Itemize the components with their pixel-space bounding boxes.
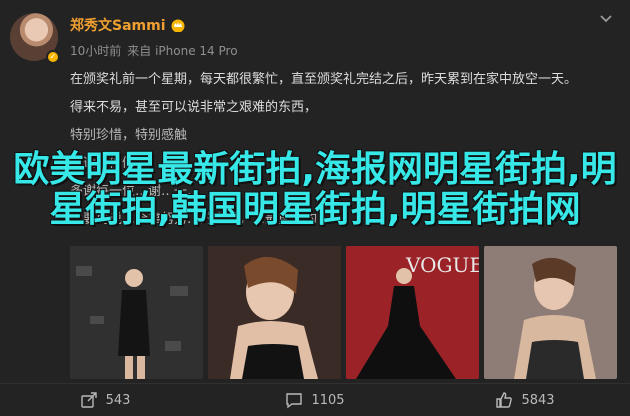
like-button[interactable]: 5843 [420, 384, 630, 416]
svg-text:VOGUE: VOGUE [405, 253, 479, 277]
like-icon [496, 392, 513, 408]
chevron-down-icon[interactable] [598, 10, 614, 26]
post-line-1: 在颁奖礼前一个星期，每天都很繁忙，直至颁奖礼完结之后，昨天累到在家中放空一天。 [70, 72, 578, 87]
share-icon [80, 392, 97, 408]
author-name[interactable]: 郑秀文Sammi [70, 15, 166, 35]
post-meta: 10小时前 来自 iPhone 14 Pro [70, 42, 238, 59]
author-row: 郑秀文Sammi [70, 15, 186, 35]
post-line-2: 得来不易，甚至可以说非常之艰难的东西， [70, 100, 318, 115]
overlay-title: 欧美明星最新街拍,海报网明星街拍,明星街拍,韩国明星街拍,明星街拍网 [13, 149, 617, 230]
comment-icon [286, 393, 303, 409]
crown-icon [171, 19, 185, 32]
post-line-3: 特别珍惜，特别感触 [70, 128, 188, 143]
photo-grid: VOGUE [70, 246, 617, 379]
photo-2[interactable] [208, 246, 341, 379]
share-count: 543 [105, 392, 131, 408]
post-time[interactable]: 10小时前 [70, 42, 121, 59]
photo-3[interactable]: VOGUE [346, 246, 479, 379]
action-bar: 543 1105 5843 [0, 383, 630, 416]
comment-button[interactable]: 1105 [210, 384, 420, 416]
share-button[interactable]: 543 [0, 384, 210, 416]
verified-badge: ✓ [46, 50, 60, 64]
photo-4[interactable] [484, 246, 617, 379]
photo-1[interactable] [70, 246, 203, 379]
like-count: 5843 [521, 392, 555, 408]
post-source: 来自 iPhone 14 Pro [127, 44, 238, 58]
comment-count: 1105 [311, 392, 345, 408]
